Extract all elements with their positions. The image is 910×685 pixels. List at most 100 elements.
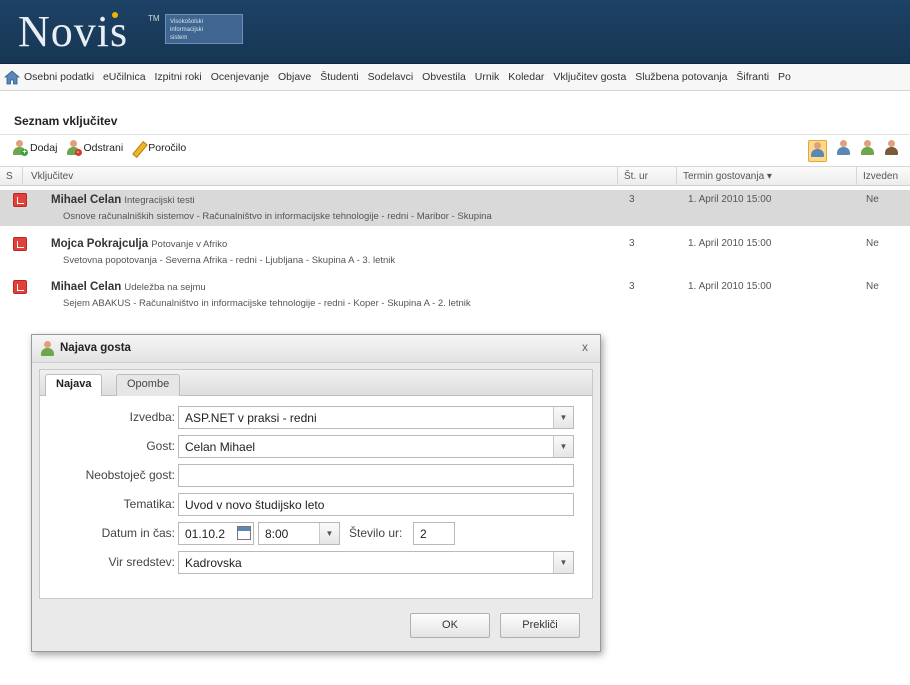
nav-item-vkljucitev-gosta[interactable]: Vključitev gosta xyxy=(553,71,626,83)
tab-najava[interactable]: Najava xyxy=(45,374,103,397)
remove-button-label: Odstrani xyxy=(83,141,124,154)
vir-sredstev-select[interactable]: Kadrovska ▼ xyxy=(178,551,574,574)
dialog-footer: OK Prekliči xyxy=(32,603,600,651)
row-term: 1. April 2010 15:00 xyxy=(688,194,772,205)
app-header: Novis TM Visokošolski informacijski sist… xyxy=(0,0,910,64)
pencil-icon xyxy=(131,141,145,155)
chevron-down-icon[interactable]: ▼ xyxy=(553,436,573,457)
column-header-inclusion[interactable]: Vključitev xyxy=(31,171,73,182)
guest-topic: Integracijski testi xyxy=(124,195,195,206)
add-button[interactable]: + Dodaj xyxy=(12,140,58,156)
status-icon xyxy=(13,237,27,251)
row-detail: Osnove računalniških sistemov - Računaln… xyxy=(63,211,492,222)
report-button[interactable]: Poročilo xyxy=(131,141,186,155)
guest-name: Mihael Celan xyxy=(51,194,122,206)
nav-item-sodelavci[interactable]: Sodelavci xyxy=(368,71,414,83)
nav-item-sluzbena-potovanja[interactable]: Službena potovanja xyxy=(635,71,727,83)
nav-item-izpitni-roki[interactable]: Izpitni roki xyxy=(155,71,202,83)
nav-item-more[interactable]: Po xyxy=(778,71,791,83)
nav-item-urnik[interactable]: Urnik xyxy=(475,71,500,83)
report-button-label: Poročilo xyxy=(148,142,187,154)
status-icon xyxy=(13,193,27,207)
neobstojec-gost-label: Neobstoječ gost: xyxy=(85,468,175,482)
close-icon[interactable]: x xyxy=(578,341,592,355)
logo-trademark: TM xyxy=(148,14,160,23)
nav-item-obvestila[interactable]: Obvestila xyxy=(422,71,466,83)
row-hours: 3 xyxy=(629,194,635,205)
row-hours: 3 xyxy=(629,238,635,249)
divider xyxy=(0,134,910,135)
row-hours: 3 xyxy=(629,281,635,292)
column-header-done[interactable]: Izveden xyxy=(863,171,898,182)
chevron-down-icon[interactable]: ▼ xyxy=(319,523,339,544)
time-select[interactable]: 8:00 ▼ xyxy=(258,522,340,545)
gost-label: Gost: xyxy=(146,439,175,453)
ok-button[interactable]: OK xyxy=(410,613,490,638)
dialog-header[interactable]: Najava gosta x xyxy=(32,335,600,363)
table-row[interactable]: Mihael Celan Integracijski testi Osnove … xyxy=(0,190,910,226)
main-nav: Osebni podatki eUčilnica Izpitni roki Oc… xyxy=(0,64,910,91)
izvedba-value: ASP.NET v praksi - redni xyxy=(185,411,317,425)
column-header-s[interactable]: S xyxy=(6,171,13,182)
vir-sredstev-value: Kadrovska xyxy=(185,556,242,570)
status-icon xyxy=(13,280,27,294)
datum-label: Datum in čas: xyxy=(101,526,175,540)
nav-item-eucilnica[interactable]: eUčilnica xyxy=(103,71,146,83)
chevron-down-icon[interactable]: ▼ xyxy=(553,552,573,573)
tab-opombe[interactable]: Opombe xyxy=(116,374,181,396)
dialog-body: Najava Opombe Izvedba: ASP.NET v praksi … xyxy=(39,369,593,599)
time-value: 8:00 xyxy=(265,527,289,541)
view-filter-icons xyxy=(808,140,905,162)
logo-subtitle-box: Visokošolski informacijski sistem xyxy=(165,14,243,44)
group-users-icon[interactable] xyxy=(808,140,827,162)
user-green-icon[interactable] xyxy=(860,140,875,158)
guest-topic: Potovanje v Afriko xyxy=(151,239,228,250)
add-button-label: Dodaj xyxy=(30,141,58,154)
column-header-hours[interactable]: Št. ur xyxy=(624,171,648,182)
chevron-down-icon[interactable]: ▼ xyxy=(553,407,573,428)
neobstojec-gost-input[interactable] xyxy=(178,464,574,487)
row-title: Mojca Pokrajculja Potovanje v Afriko xyxy=(51,238,227,250)
calendar-icon[interactable] xyxy=(237,526,251,540)
table-row[interactable]: Mojca Pokrajculja Potovanje v Afriko Sve… xyxy=(0,234,910,270)
row-title: Mihael Celan Udeležba na sejmu xyxy=(51,281,206,293)
page-title: Seznam vključitev xyxy=(14,114,118,128)
row-title: Mihael Celan Integracijski testi xyxy=(51,194,195,206)
remove-button[interactable]: - Odstrani xyxy=(66,140,124,156)
column-divider xyxy=(856,167,857,186)
stevilo-ur-input[interactable]: 2 xyxy=(413,522,455,545)
nav-item-ocenjevanje[interactable]: Ocenjevanje xyxy=(211,71,269,83)
nav-item-koledar[interactable]: Koledar xyxy=(508,71,544,83)
column-header-term[interactable]: Termin gostovanja ▾ xyxy=(683,171,772,182)
home-icon[interactable] xyxy=(4,70,20,85)
nav-item-osebni-podatki[interactable]: Osebni podatki xyxy=(24,71,94,83)
dialog-title: Najava gosta xyxy=(60,342,131,354)
guest-topic: Udeležba na sejmu xyxy=(124,282,206,293)
nav-item-objave[interactable]: Objave xyxy=(278,71,311,83)
table-row[interactable]: Mihael Celan Udeležba na sejmu Sejem ABA… xyxy=(0,277,910,313)
row-detail: Svetovna popotovanja - Severna Afrika - … xyxy=(63,255,396,266)
date-value: 01.10.2 xyxy=(185,527,226,541)
row-done: Ne xyxy=(866,238,879,249)
grid-header: S Vključitev Št. ur Termin gostovanja ▾ … xyxy=(0,166,910,186)
toolbar: + Dodaj - Odstrani Poročilo xyxy=(12,140,191,160)
user-blue-icon[interactable] xyxy=(836,140,851,158)
stevilo-ur-label: Število ur: xyxy=(349,526,403,540)
gost-select[interactable]: Celan Mihael ▼ xyxy=(178,435,574,458)
vir-sredstev-label: Vir sredstev: xyxy=(108,555,175,569)
add-user-icon: + xyxy=(12,140,28,156)
izvedba-select[interactable]: ASP.NET v praksi - redni ▼ xyxy=(178,406,574,429)
logo-subtitle-line: Visokošolski xyxy=(170,19,203,25)
user-brown-icon[interactable] xyxy=(884,140,899,158)
date-input[interactable]: 01.10.2 xyxy=(178,522,254,545)
guest-name: Mojca Pokrajculja xyxy=(51,238,149,250)
nav-item-studenti[interactable]: Študenti xyxy=(320,71,359,83)
cancel-button[interactable]: Prekliči xyxy=(500,613,580,638)
row-done: Ne xyxy=(866,281,879,292)
remove-user-icon: - xyxy=(66,140,82,156)
nav-item-sifranti[interactable]: Šifranti xyxy=(736,71,769,83)
gost-value: Celan Mihael xyxy=(185,440,256,454)
tematika-input[interactable]: Uvod v novo študijsko leto xyxy=(178,493,574,516)
tab-bar: Najava Opombe xyxy=(40,370,592,397)
row-term: 1. April 2010 15:00 xyxy=(688,238,772,249)
